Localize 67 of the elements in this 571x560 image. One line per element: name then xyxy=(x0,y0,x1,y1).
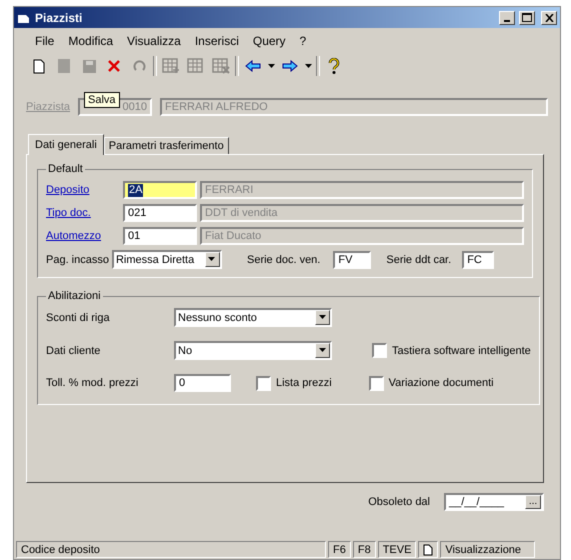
series-field[interactable]: FV xyxy=(333,250,372,268)
series-field[interactable]: FC xyxy=(462,250,494,268)
status-pane: Visualizzazione xyxy=(440,541,536,558)
minimize-icon xyxy=(504,20,510,22)
new-document-icon xyxy=(33,58,45,74)
status-pane: F6 xyxy=(328,541,351,558)
caret-icon xyxy=(318,348,326,353)
menu-item[interactable]: ? xyxy=(294,32,312,50)
field-label: Serie ddt car. xyxy=(386,254,452,266)
customer-dropdown[interactable]: No xyxy=(174,341,332,360)
tooltip: Salva xyxy=(84,92,120,108)
document-icon xyxy=(423,544,434,556)
group-title: Default xyxy=(47,163,84,175)
close-icon xyxy=(544,14,554,22)
tab[interactable]: Parametri trasferimento xyxy=(104,137,229,154)
dropdown-button[interactable] xyxy=(315,343,330,358)
grid-icon xyxy=(162,58,180,74)
date-picker-button[interactable]: ... xyxy=(525,495,541,509)
window-title: Piazzisti xyxy=(35,10,84,24)
menu-item[interactable]: Visualizza xyxy=(122,32,186,50)
checkbox[interactable]: Tastiera software intelligente xyxy=(372,343,531,358)
dropdown-button[interactable] xyxy=(204,252,220,267)
field-label: Toll. % mod. prezzi xyxy=(46,377,140,389)
grid-icon xyxy=(187,58,205,74)
field-label: Serie doc. ven. xyxy=(246,254,320,266)
menu-item[interactable]: File xyxy=(30,32,60,50)
menu-item[interactable]: Modifica xyxy=(63,32,118,50)
menu-item[interactable]: Query xyxy=(248,32,291,50)
field-link[interactable]: Automezzo xyxy=(46,230,102,242)
save-icon xyxy=(82,60,96,72)
code-field[interactable]: 01 xyxy=(123,227,197,245)
discount-dropdown[interactable]: Nessuno sconto xyxy=(174,308,332,327)
menu-item[interactable]: Inserisci xyxy=(190,32,244,50)
document-icon xyxy=(57,58,71,74)
close-button[interactable] xyxy=(541,10,557,24)
dropdown-button[interactable] xyxy=(315,310,330,325)
field-label: Obsoleto dal xyxy=(368,496,430,508)
grid-icon xyxy=(212,58,230,74)
delete-icon xyxy=(107,59,121,73)
minimize-button[interactable] xyxy=(499,10,515,24)
group-title: Abilitazioni xyxy=(47,290,102,302)
caret-icon xyxy=(318,315,326,320)
tolerance-field[interactable]: 0 xyxy=(174,374,231,392)
code-field[interactable]: 021 xyxy=(123,204,197,222)
field-label: Dati cliente xyxy=(46,344,102,356)
help-icon xyxy=(328,58,340,74)
date-field[interactable]: __/__/____ ... xyxy=(444,493,544,511)
status-text: Codice deposito xyxy=(16,541,326,558)
tab[interactable]: Dati generali xyxy=(28,134,104,155)
caret-icon xyxy=(304,64,312,68)
right-arrow-icon xyxy=(282,60,298,72)
status-pane: TEVE xyxy=(378,541,416,558)
left-arrow-icon xyxy=(245,60,261,72)
field-label: Sconti di riga xyxy=(46,312,111,324)
checkbox[interactable]: Variazione documenti xyxy=(368,376,494,390)
maximize-button[interactable] xyxy=(519,10,535,24)
status-pane: F8 xyxy=(352,541,376,558)
caret-icon xyxy=(268,64,276,68)
checkbox[interactable]: Lista prezzi xyxy=(256,376,332,390)
field-label: Pag. incasso xyxy=(46,254,109,266)
field-link[interactable]: Deposito xyxy=(46,184,90,196)
caret-icon xyxy=(208,257,216,262)
code-field[interactable]: 2A xyxy=(123,181,197,199)
maximize-icon xyxy=(522,13,532,22)
payment-dropdown[interactable]: Rimessa Diretta xyxy=(112,250,222,269)
undo-icon xyxy=(132,60,146,72)
field-link[interactable]: Tipo doc. xyxy=(46,207,91,219)
